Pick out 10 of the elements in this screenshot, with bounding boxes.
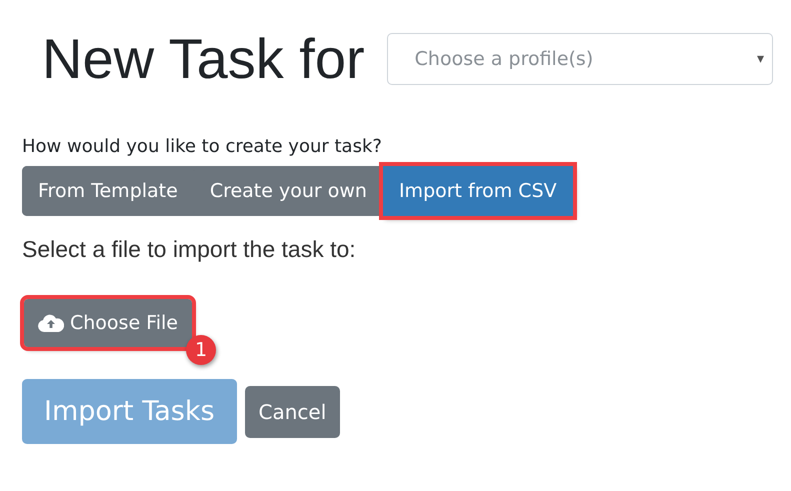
step-badge: 1 (186, 335, 216, 365)
profile-select[interactable]: Choose a profile(s) ▾ (386, 33, 773, 85)
page-title: New Task for (42, 26, 365, 92)
file-label: Select a file to import the task to: (22, 236, 357, 263)
caret-icon: ▾ (756, 51, 764, 67)
tab[interactable]: Import from CSV (382, 166, 573, 216)
prompt-text: How would you like to create your task? (22, 136, 383, 158)
choose-file-button[interactable]: Choose File (24, 299, 192, 347)
cloud-upload-icon (38, 314, 64, 332)
cancel-button[interactable]: Cancel (244, 386, 340, 438)
